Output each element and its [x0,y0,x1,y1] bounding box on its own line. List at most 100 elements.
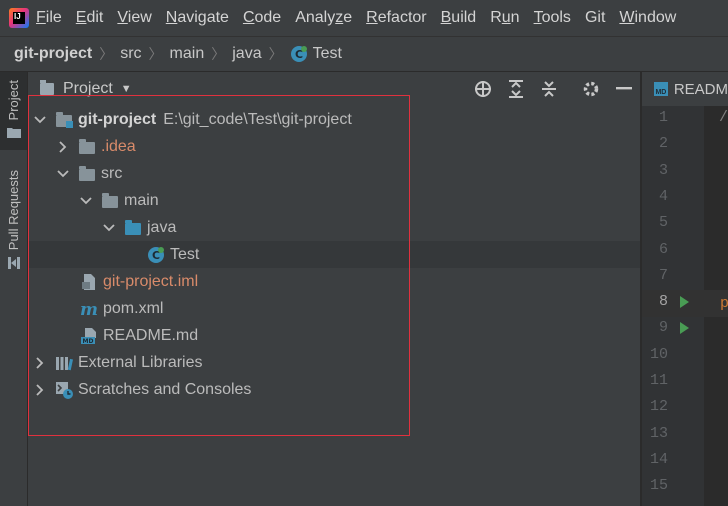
menu-item[interactable]: Run [490,9,519,27]
line-number: 3 [658,161,668,179]
line-number: 11 [649,372,668,389]
line-number: 1 [658,109,668,126]
markdown-file-icon: MD [80,327,98,345]
project-panel-title: Project [63,80,113,97]
gear-icon[interactable] [581,79,601,99]
tree-item-readme[interactable]: MD README.md [28,322,640,349]
folder-icon [78,138,96,156]
run-icon[interactable] [680,322,689,335]
tree-item-label: src [101,164,123,182]
menu-item[interactable]: Navigate [166,9,229,27]
scratches-icon [55,381,73,399]
menu-items: File Edit View Navigate Code Analyze Refactor B… [36,9,690,27]
pull-requests-tool-tab-label: Pull Requests [6,170,21,251]
menu-item[interactable]: File [36,9,62,27]
tree-item-scratches[interactable]: Scratches and Consoles [28,376,640,403]
chevron-down-icon[interactable] [80,195,92,207]
tree-item-test[interactable]: C Test [28,241,640,268]
line-number: 7 [658,266,668,284]
project-panel-header: Project ▼ [28,72,640,106]
tree-item-path: E:\git_code\Test\git-project [163,110,352,128]
menu-item[interactable]: Window [619,9,676,27]
svg-text:m: m [80,300,98,318]
project-view-selector[interactable]: Project ▼ [40,80,132,98]
breadcrumb-test[interactable]: C Test [290,45,342,63]
chevron-down-icon[interactable] [57,168,69,180]
tree-item-label: .idea [101,137,136,155]
tree-item-idea[interactable]: .idea [28,133,640,160]
project-panel-toolbar [460,72,634,106]
intellij-logo-icon [9,8,29,28]
markdown-file-icon: MD [654,82,668,96]
menu-item[interactable]: Edit [76,9,104,27]
breadcrumb-project[interactable]: git-project [14,45,92,63]
breadcrumb-src[interactable]: src [120,45,141,63]
tree-item-label: Test [170,245,200,263]
breadcrumb-main[interactable]: main [170,45,205,63]
tree-item-src[interactable]: src [28,160,640,187]
collapse-all-icon[interactable] [539,79,559,99]
pull-requests-tool-tab[interactable]: Pull Requests [0,170,27,280]
tree-item-label: pom.xml [103,299,164,317]
chevron-right-icon[interactable] [34,356,46,369]
line-number: 15 [649,477,668,495]
line-number: 10 [649,345,668,363]
project-tool-tab-label: Project [6,80,21,121]
tree-item-java[interactable]: java [28,214,640,241]
pull-request-icon [7,257,20,270]
folder-icon [78,165,96,183]
editor-tab-readme[interactable]: READM [674,81,728,98]
chevron-right-icon: 〉 [268,46,283,62]
iml-file-icon [80,273,98,291]
locate-file-icon[interactable] [473,79,493,99]
chevron-right-icon: 〉 [99,46,114,62]
line-number: 4 [658,187,668,205]
tree-item-git-project[interactable]: git-project E:\git_code\Test\git-project [28,106,640,133]
dropdown-arrow-icon: ▼ [120,83,132,95]
editor-tab-bar: MD READM [642,72,728,107]
menu-item[interactable]: View [117,9,151,27]
tree-item-label: Scratches and Consoles [78,380,252,398]
svg-text:MD: MD [83,338,94,345]
code-fragment-line8: p [720,295,728,312]
tree-item-iml[interactable]: git-project.iml [28,268,640,295]
source-folder-icon [124,219,142,237]
chevron-right-icon[interactable] [34,383,46,396]
menu-item[interactable]: Git [585,9,605,27]
line-number: 8 [658,293,668,311]
tree-item-label: java [147,218,177,236]
line-number: 6 [658,240,668,258]
line-number: 13 [649,424,668,442]
chevron-down-icon[interactable] [103,222,115,234]
line-number: 14 [649,450,668,468]
maven-file-icon: m [80,300,98,320]
libraries-icon [55,354,73,372]
run-icon[interactable] [680,296,689,309]
tree-item-label: External Libraries [78,353,203,371]
chevron-right-icon: 〉 [211,46,226,62]
line-number: 9 [658,319,668,337]
line-number: 2 [658,135,668,153]
menu-item[interactable]: Code [243,9,281,27]
hide-panel-icon[interactable] [614,79,634,99]
menu-item[interactable]: Tools [534,9,571,27]
breadcrumb-java[interactable]: java [232,45,261,63]
tree-item-external-libraries[interactable]: External Libraries [28,349,640,376]
project-tool-tab[interactable]: Project [0,72,27,150]
tree-item-pom[interactable]: m pom.xml [28,295,640,322]
tree-item-main[interactable]: main [28,187,640,214]
module-folder-icon [55,111,73,129]
expand-all-icon[interactable] [506,79,526,99]
tree-item-label: git-project [78,110,157,128]
line-number: 12 [649,398,668,416]
breadcrumb: git-project 〉 src 〉 main 〉 java 〉 C Test [0,36,728,72]
tree-item-label: README.md [103,326,199,344]
folder-icon [101,192,119,210]
java-class-icon: C [290,46,307,62]
chevron-right-icon[interactable] [57,140,69,153]
menu-item[interactable]: Build [441,9,477,27]
chevron-down-icon[interactable] [34,114,46,126]
chevron-right-icon: 〉 [148,46,163,62]
menu-item[interactable]: Analyze [295,9,352,27]
menu-item[interactable]: Refactor [366,9,426,27]
